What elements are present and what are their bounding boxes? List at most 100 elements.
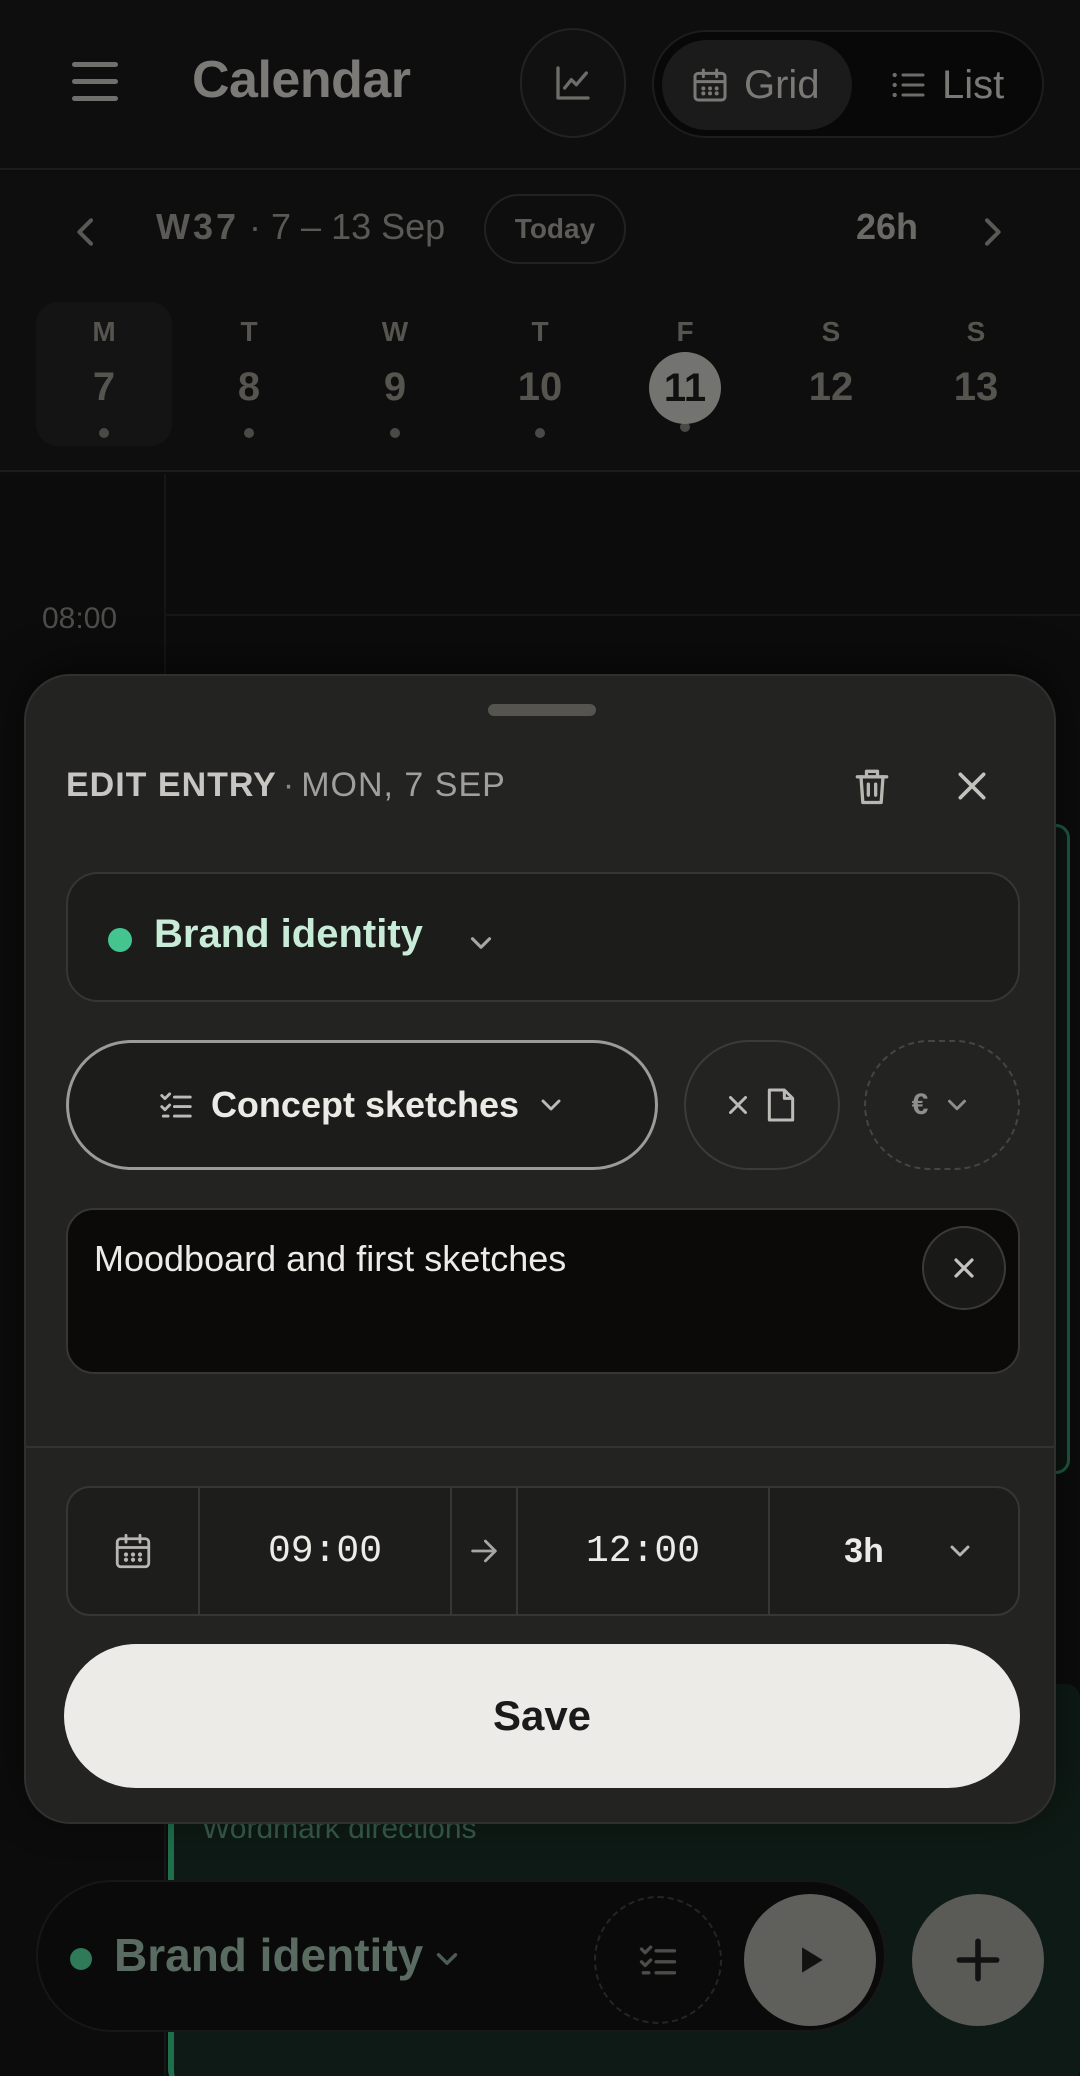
calendar-icon (693, 68, 727, 102)
grid-hour-line (166, 614, 1080, 616)
timer-task-button[interactable] (594, 1896, 722, 2024)
week-number: W37 (156, 206, 240, 247)
file-icon (767, 1088, 795, 1122)
close-icon (729, 1096, 747, 1114)
timer-project-label[interactable]: Brand identity (114, 1928, 423, 1982)
time-range-row: 09:00 12:00 3h (66, 1486, 1020, 1616)
view-grid-button[interactable]: Grid (662, 40, 852, 130)
task-label: Concept sketches (210, 1084, 520, 1125)
hamburger-icon[interactable] (72, 62, 118, 102)
day-number: 10 (517, 365, 563, 409)
chevron-right-icon[interactable] (972, 212, 1012, 252)
start-time-field[interactable]: 09:00 (200, 1488, 452, 1614)
description-text[interactable]: Moodboard and first sketches (94, 1238, 566, 1280)
add-entry-button[interactable] (912, 1894, 1044, 2026)
project-color-dot (108, 928, 132, 952)
project-label: Brand identity (154, 912, 423, 956)
chevron-left-icon[interactable] (66, 212, 106, 252)
day-name: F (676, 316, 694, 347)
calendar-icon (115, 1533, 151, 1569)
close-icon (958, 772, 986, 800)
day-thu[interactable]: T 10 (472, 302, 608, 446)
view-list-label: List (942, 62, 1005, 107)
save-label: Save (492, 1692, 592, 1739)
play-icon (802, 1947, 823, 1973)
task-select[interactable]: Concept sketches (66, 1040, 658, 1170)
stats-button[interactable] (520, 28, 626, 138)
day-name: T (531, 316, 549, 347)
close-icon (954, 1258, 974, 1278)
sheet-title: EDIT ENTRY · MON, 7 SEP (66, 766, 506, 805)
drag-handle[interactable] (488, 704, 596, 716)
save-button[interactable]: Save (64, 1644, 1020, 1788)
day-name: T (240, 316, 258, 347)
clear-description-button[interactable] (922, 1226, 1006, 1310)
end-time-field[interactable]: 12:00 (518, 1488, 770, 1614)
plus-icon (956, 1938, 1000, 1982)
view-list-button[interactable]: List (880, 40, 1040, 130)
week-total-hours: 26h (856, 206, 919, 247)
chevron-down-icon (948, 1099, 967, 1111)
chevron-down-icon (541, 1099, 561, 1111)
day-name: S (966, 316, 986, 347)
day-sat[interactable]: S 12 (763, 302, 899, 446)
sheet-title-date: MON, 7 SEP (301, 766, 506, 804)
duration-value: 3h (844, 1531, 884, 1570)
sheet-title-label: EDIT ENTRY (66, 766, 277, 804)
calendar-screen: Calendar Grid List W37 · 7 – 13 Sep Toda… (0, 0, 1080, 2076)
view-toggle: Grid List (652, 30, 1044, 138)
project-select[interactable]: Brand identity (66, 872, 1020, 1002)
day-name: S (821, 316, 841, 347)
edit-entry-sheet: EDIT ENTRY · MON, 7 SEP Brand identity Con… (24, 674, 1056, 1824)
timer-bar: Brand identity (36, 1880, 886, 2032)
section-divider (26, 1446, 1054, 1448)
top-app-bar: Calendar Grid List (0, 0, 1080, 170)
arrow-right-icon (471, 1539, 497, 1563)
day-sun[interactable]: S 13 (908, 302, 1044, 446)
delete-button[interactable] (844, 758, 900, 814)
unbillable-file-button[interactable] (684, 1040, 840, 1170)
trash-icon (855, 769, 889, 805)
day-number: 13 (953, 365, 999, 409)
play-button[interactable] (744, 1894, 876, 2026)
day-dot (244, 428, 254, 438)
day-number: 9 (383, 365, 407, 409)
day-mon[interactable]: M 7 (36, 302, 172, 446)
euro-icon: € (911, 1088, 929, 1121)
view-grid-label: Grid (744, 62, 820, 107)
chevron-down-icon (950, 1545, 970, 1557)
list-icon (892, 72, 925, 98)
time-label: 08:00 (42, 602, 118, 635)
checklist-icon (639, 1945, 677, 1975)
day-fri[interactable]: F 11 (617, 302, 753, 446)
day-number: 8 (237, 365, 261, 409)
week-range: · 7 – 13 Sep (249, 206, 446, 247)
duration-select[interactable]: 3h (770, 1488, 1020, 1614)
day-number: 7 (92, 365, 116, 409)
end-time: 12:00 (585, 1529, 701, 1573)
start-time: 09:00 (267, 1529, 383, 1573)
date-picker-button[interactable] (68, 1488, 200, 1614)
chevron-down-icon (470, 937, 492, 949)
today-button[interactable]: Today (484, 194, 626, 264)
day-number: 12 (808, 365, 854, 409)
day-number: 11 (617, 352, 753, 424)
week-navigation: W37 · 7 – 13 Sep Today 26h M 7 T 8 W 9 T… (0, 172, 1080, 472)
checklist-icon (160, 1092, 192, 1118)
billing-rate-button[interactable]: € (864, 1040, 1020, 1170)
project-color-dot (70, 1948, 92, 1970)
day-dot (99, 428, 109, 438)
day-dot (390, 428, 400, 438)
day-name: W (381, 316, 409, 347)
page-title: Calendar (192, 51, 411, 109)
today-marker: 11 (649, 352, 721, 424)
day-tue[interactable]: T 8 (181, 302, 317, 446)
chart-line-icon (556, 66, 590, 100)
day-dot (535, 428, 545, 438)
day-name: M (92, 316, 116, 347)
close-button[interactable] (944, 758, 1000, 814)
description-field[interactable]: Moodboard and first sketches (66, 1208, 1020, 1374)
week-label: W37 · 7 – 13 Sep (156, 206, 445, 248)
day-wed[interactable]: W 9 (327, 302, 463, 446)
chevron-down-icon[interactable] (430, 1942, 464, 1976)
